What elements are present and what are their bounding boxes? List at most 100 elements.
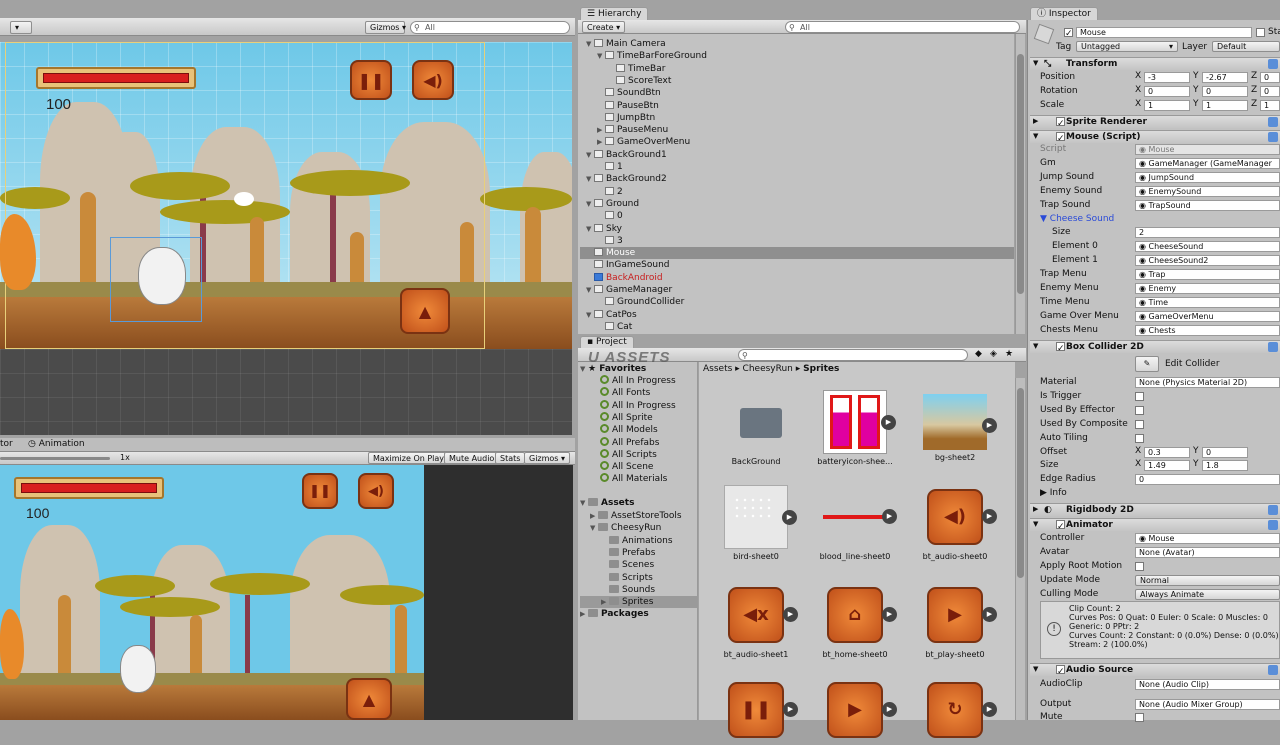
jump-button[interactable]: ▲ <box>400 288 450 334</box>
favorite-item[interactable]: All Prefabs <box>580 436 659 449</box>
hierarchy-item[interactable]: PauseBtn <box>580 100 1014 112</box>
scene-gizmos-dropdown[interactable]: Gizmos ▾ <box>365 21 406 34</box>
chests-menu-field[interactable]: ◉ Chests <box>1135 324 1280 336</box>
static-checkbox[interactable] <box>1256 28 1265 37</box>
favorites-header[interactable]: ▼ ★ Favorites <box>580 363 646 375</box>
tab-animation[interactable]: ◷ Animation <box>28 439 85 449</box>
gm-field[interactable]: ◉ GameManager (GameManager <box>1135 157 1280 169</box>
animator-header[interactable]: ✓ Animator <box>1030 518 1280 532</box>
expand-arrow-icon[interactable]: ▼ <box>586 223 594 235</box>
culling-mode-dropdown[interactable]: Always Animate <box>1135 588 1280 600</box>
asset-item[interactable]: ▶ bird-sheet0 <box>716 485 797 561</box>
hierarchy-item[interactable]: ▼ Sky <box>580 223 1014 235</box>
layer-dropdown[interactable]: Default <box>1212 41 1280 52</box>
assets-header[interactable]: ▼ Assets <box>580 497 634 509</box>
scale-slider[interactable] <box>0 457 110 460</box>
sprite-renderer-checkbox[interactable]: ✓ <box>1056 117 1065 129</box>
help-icon[interactable] <box>1268 59 1278 69</box>
expand-sprite-icon[interactable]: ▶ <box>882 607 897 622</box>
tab-project[interactable]: ▪ Project <box>580 336 634 348</box>
sprite-renderer-header[interactable]: ✓ Sprite Renderer <box>1030 115 1280 129</box>
scene-view[interactable]: 100 ❚❚ ◀) ▲ <box>0 42 572 435</box>
hierarchy-item[interactable]: ▶ GameOverMenu <box>580 136 1014 148</box>
position-y-field[interactable]: -2.67 <box>1202 72 1248 83</box>
expand-arrow-icon[interactable]: ▶ <box>1033 117 1038 125</box>
enemy-sound-field[interactable]: ◉ EnemySound <box>1135 185 1280 197</box>
expand-sprite-icon[interactable]: ▶ <box>982 702 997 717</box>
offset-field-x[interactable]: 0.3 <box>1144 446 1190 458</box>
hierarchy-item[interactable]: ▼ CatPos <box>580 309 1014 321</box>
update-mode-dropdown[interactable]: Normal <box>1135 574 1280 586</box>
breadcrumb-assets[interactable]: Assets <box>703 364 732 374</box>
animator-checkbox[interactable]: ✓ <box>1056 520 1065 532</box>
asset-item[interactable]: ▶ bg-sheet2 <box>915 390 997 462</box>
hierarchy-search-input[interactable]: ⚲ All <box>785 21 1020 33</box>
filter-label-icon[interactable]: ◈ <box>990 349 997 359</box>
transform-header[interactable]: ⤡ Transform <box>1030 57 1280 70</box>
expand-arrow-icon[interactable]: ▼ <box>586 149 594 161</box>
hierarchy-item[interactable]: SoundBtn <box>580 87 1014 99</box>
hierarchy-item[interactable]: BackAndroid <box>580 272 1014 284</box>
expand-sprite-icon[interactable]: ▶ <box>782 510 797 525</box>
folder-item[interactable]: Animations <box>580 535 698 547</box>
jump-sound-field[interactable]: ◉ JumpSound <box>1135 171 1280 183</box>
audio-source-checkbox[interactable]: ✓ <box>1056 665 1065 677</box>
mute-audio-button[interactable]: Mute Audio <box>444 452 500 464</box>
offset-field-y[interactable]: 0 <box>1202 446 1248 458</box>
used-by-composite-checkbox[interactable] <box>1135 419 1144 429</box>
position-x-field[interactable]: -3 <box>1144 72 1190 83</box>
hierarchy-item[interactable]: 1 <box>580 161 1014 173</box>
scene-toggle-button[interactable]: ▾ <box>10 21 32 34</box>
expand-sprite-icon[interactable]: ▶ <box>882 509 897 524</box>
expand-arrow-icon[interactable]: ▶ <box>590 510 598 522</box>
auto-tiling-checkbox[interactable] <box>1135 433 1144 443</box>
help-icon[interactable] <box>1268 520 1278 530</box>
expand-arrow-icon[interactable]: ▼ <box>1033 132 1038 140</box>
is-trigger-checkbox[interactable] <box>1135 391 1144 401</box>
asset-item[interactable]: ❚❚ ▶ <box>716 678 798 745</box>
game-gizmos-button[interactable]: Gizmos ▾ <box>524 452 571 464</box>
folder-item[interactable]: ▶ AssetStoreTools <box>580 510 698 522</box>
sound-button[interactable]: ◀) <box>412 60 454 100</box>
trap-menu-field[interactable]: ◉ Trap <box>1135 269 1280 281</box>
expand-sprite-icon[interactable]: ▶ <box>783 607 798 622</box>
game-view[interactable]: 100 ❚❚ ◀) ▲ <box>0 465 424 720</box>
hierarchy-item[interactable]: ▼ BackGround1 <box>580 149 1014 161</box>
edge-radius-field[interactable]: 0 <box>1135 474 1280 486</box>
size-field[interactable]: 2 <box>1135 227 1280 239</box>
hierarchy-item[interactable]: 0 <box>580 210 1014 222</box>
mute-checkbox[interactable] <box>1135 713 1144 722</box>
expand-arrow-icon[interactable]: ▼ <box>1033 520 1038 528</box>
expand-arrow-icon[interactable]: ▼ <box>586 198 594 210</box>
favorite-item[interactable]: All Scene <box>580 461 653 473</box>
hierarchy-item[interactable]: ▼ BackGround2 <box>580 173 1014 185</box>
expand-arrow-icon[interactable]: ▼ <box>1033 342 1038 350</box>
folder-item[interactable]: Scripts <box>580 572 698 584</box>
help-icon[interactable] <box>1268 342 1278 352</box>
expand-arrow-icon[interactable]: ▶ <box>597 124 605 136</box>
expand-arrow-icon[interactable]: ▼ <box>586 309 594 321</box>
hierarchy-item[interactable]: ScoreText <box>580 75 1014 87</box>
hierarchy-item[interactable]: ▶ PauseMenu <box>580 124 1014 136</box>
packages-header[interactable]: ▶ Packages <box>580 608 649 620</box>
breadcrumb-cheesyrun[interactable]: CheesyRun <box>743 364 793 374</box>
script-field[interactable]: ◉ Mouse <box>1135 144 1280 155</box>
asset-item[interactable]: ↻ ▶ <box>915 678 997 745</box>
expand-sprite-icon[interactable]: ▶ <box>982 418 997 433</box>
expand-arrow-icon[interactable]: ▶ <box>1033 505 1038 513</box>
project-scroll-thumb[interactable] <box>1017 388 1024 578</box>
asset-item[interactable]: ▶ batteryicon-shee... <box>815 390 896 466</box>
asset-item[interactable]: ◀x ▶ bt_audio-sheet1 <box>716 583 798 659</box>
expand-sprite-icon[interactable]: ▶ <box>982 509 997 524</box>
hierarchy-item[interactable]: ▼ Main Camera <box>580 38 1014 50</box>
expand-sprite-icon[interactable]: ▶ <box>783 702 798 717</box>
mouse-script-checkbox[interactable]: ✓ <box>1056 132 1065 144</box>
output-field[interactable]: None (Audio Mixer Group) <box>1135 699 1280 710</box>
hierarchy-scrollbar[interactable] <box>1015 34 1025 334</box>
tab-inspector[interactable]: ⓘ Inspector <box>1030 7 1098 20</box>
hierarchy-item[interactable]: ▼ TimeBarForeGround <box>580 50 1014 62</box>
scene-search-input[interactable]: ⚲ All <box>410 21 570 34</box>
help-icon[interactable] <box>1268 117 1278 127</box>
expand-arrow-icon[interactable]: ▶ <box>597 136 605 148</box>
material-field[interactable]: None (Physics Material 2D) <box>1135 377 1280 388</box>
